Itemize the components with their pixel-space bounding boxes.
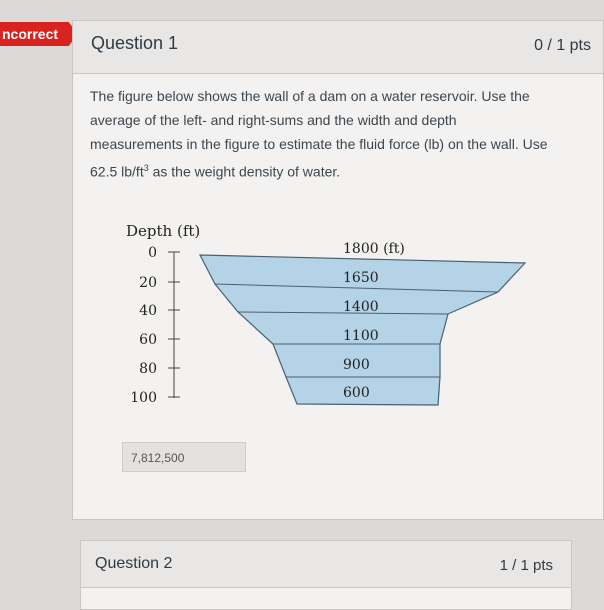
depth-tick-label: 0: [148, 245, 157, 261]
depth-axis-label: Depth (ft): [126, 222, 200, 240]
depth-tick-label: 20: [139, 275, 157, 291]
depth-tick-label: 40: [139, 303, 157, 319]
question-2-points: 1 / 1 pts: [499, 557, 553, 574]
question-2-title: Question 2: [95, 555, 173, 572]
question-2-header: Question 2 1 / 1 pts: [81, 541, 571, 588]
width-label: 1800 (ft): [343, 241, 405, 257]
depth-tick-label: 80: [139, 361, 157, 377]
width-label: 1650: [343, 270, 379, 286]
width-label: 900: [343, 357, 370, 373]
depth-ticks: 0 20 40 60 80 100: [130, 245, 180, 406]
depth-tick-label: 100: [130, 390, 157, 406]
depth-tick-label: 60: [139, 332, 157, 348]
answer-field[interactable]: 7,812,500: [122, 442, 246, 472]
width-label: 600: [343, 385, 370, 401]
width-label: 1400: [343, 299, 379, 315]
width-label: 1100: [343, 328, 379, 344]
question-2-card: Question 2 1 / 1 pts: [80, 540, 572, 610]
dam-figure: Depth (ft) 0 20 40 60 80 100 1800 (ft) 1650 140…: [126, 222, 527, 406]
